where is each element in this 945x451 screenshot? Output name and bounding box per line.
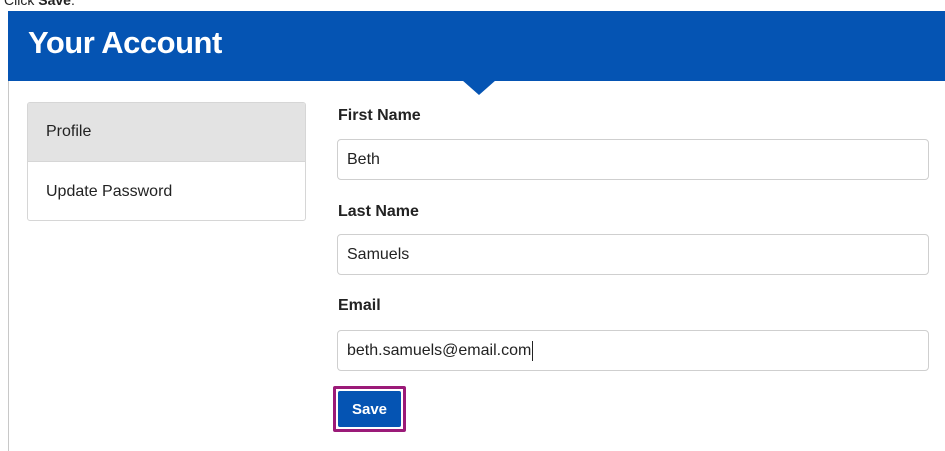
last-name-label: Last Name	[338, 203, 419, 220]
instruction-target: Save	[38, 0, 71, 8]
page-title: Your Account	[28, 25, 222, 60]
sidebar-item-label: Update Password	[46, 182, 173, 200]
text-caret	[532, 340, 534, 361]
instruction-text: Click Save.	[4, 0, 75, 8]
email-value: beth.samuels@email.com	[347, 341, 532, 359]
first-name-field[interactable]: Beth	[337, 139, 929, 180]
email-field[interactable]: beth.samuels@email.com	[337, 330, 929, 371]
save-button[interactable]: Save	[338, 391, 401, 427]
page-header: Your Account	[8, 11, 945, 81]
first-name-label: First Name	[338, 107, 421, 124]
account-sidebar: Profile Update Password	[27, 102, 306, 221]
header-pointer	[462, 80, 496, 95]
sidebar-item-update-password[interactable]: Update Password	[28, 162, 305, 220]
email-label: Email	[338, 297, 381, 314]
last-name-value: Samuels	[347, 245, 410, 263]
first-name-value: Beth	[347, 150, 380, 168]
last-name-field[interactable]: Samuels	[337, 234, 929, 275]
sidebar-item-label: Profile	[46, 123, 92, 140]
sidebar-item-profile[interactable]: Profile	[28, 103, 305, 162]
